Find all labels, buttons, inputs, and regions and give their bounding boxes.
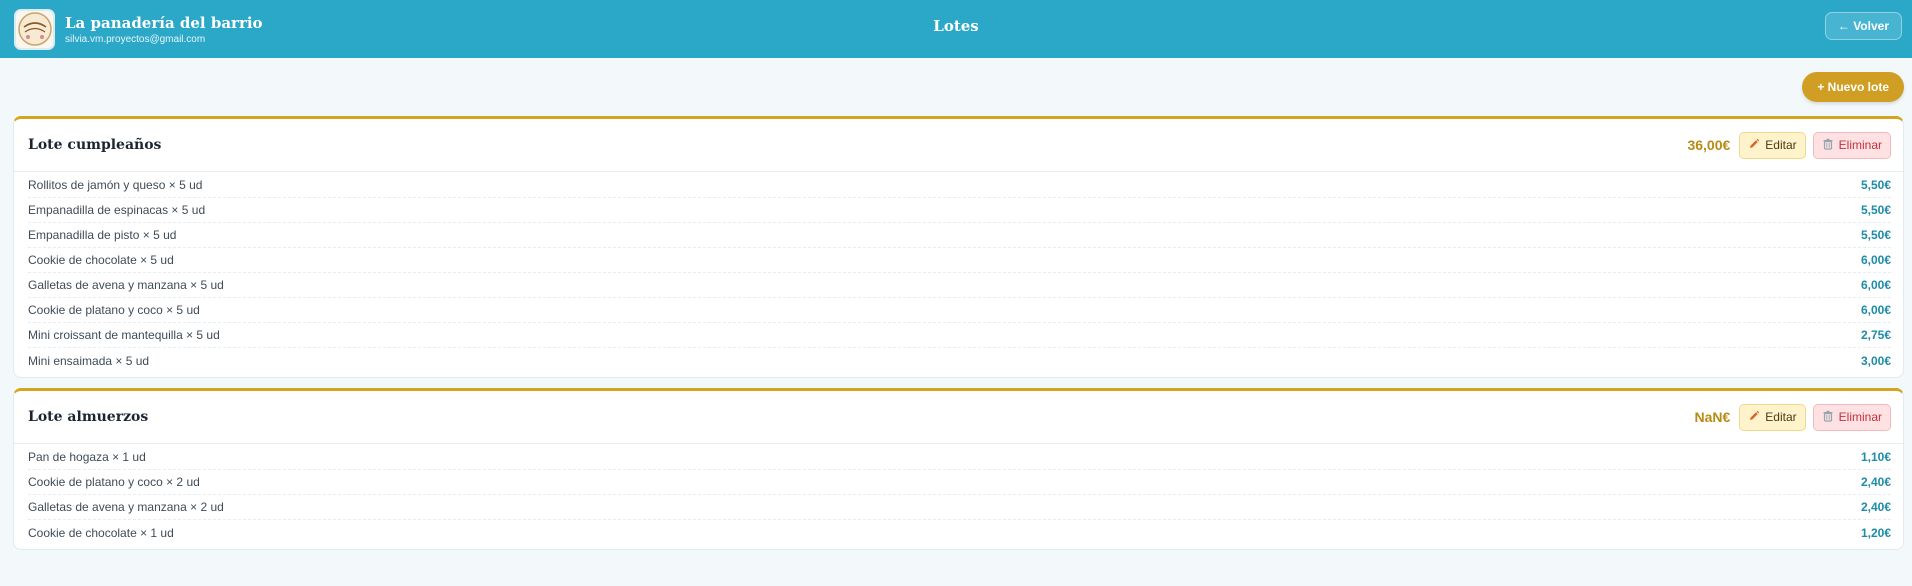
list-item: Empanadilla de espinacas × 5 ud 5,50€ — [28, 198, 1891, 223]
item-price: 6,00€ — [1860, 253, 1891, 267]
list-item: Cookie de chocolate × 1 ud 1,20€ — [28, 520, 1891, 545]
edit-label: Editar — [1765, 410, 1797, 424]
item-name: Mini croissant de mantequilla × 5 ud — [28, 328, 220, 342]
edit-button[interactable]: Editar — [1739, 131, 1806, 159]
lote-actions: 36,00€ Editar Eliminar — [1687, 131, 1891, 159]
delete-button[interactable]: Eliminar — [1812, 131, 1891, 159]
lote-items: Pan de hogaza × 1 ud 1,10€ Cookie de plata… — [14, 444, 1903, 549]
list-item: Cookie de chocolate × 5 ud 6,00€ — [28, 248, 1891, 273]
item-name: Cookie de platano y coco × 5 ud — [28, 303, 200, 317]
item-name: Cookie de platano y coco × 2 ud — [28, 475, 200, 489]
item-price: 3,00€ — [1860, 353, 1891, 368]
item-price: 5,50€ — [1860, 203, 1891, 217]
item-price: 5,50€ — [1860, 178, 1891, 192]
toolbar: + Nuevo lote — [0, 58, 1912, 116]
list-item: Cookie de platano y coco × 5 ud 6,00€ — [28, 298, 1891, 323]
page-title: Lotes — [933, 17, 979, 35]
item-name: Mini ensaimada × 5 ud — [28, 353, 150, 368]
delete-label: Eliminar — [1838, 138, 1882, 152]
list-item: Rollitos de jamón y queso × 5 ud 5,50€ — [28, 173, 1891, 198]
lote-total: NaN€ — [1694, 409, 1731, 425]
item-name: Rollitos de jamón y queso × 5 ud — [28, 178, 203, 192]
item-price: 6,00€ — [1860, 303, 1891, 317]
app-name: La panadería del barrio — [65, 13, 263, 32]
lote-items: Rollitos de jamón y queso × 5 ud 5,50€ Emp… — [14, 172, 1903, 377]
pencil-icon — [1748, 138, 1765, 153]
lote-card: Lote almuerzos NaN€ Editar Eliminar Pan de h… — [13, 388, 1904, 550]
list-item: Cookie de platano y coco × 2 ud 2,40€ — [28, 470, 1891, 495]
edit-label: Editar — [1765, 138, 1797, 152]
new-lote-button[interactable]: + Nuevo lote — [1802, 72, 1904, 102]
item-price: 6,00€ — [1860, 278, 1891, 292]
brand-block: La panadería del barrio silvia.vm.proyec… — [65, 14, 263, 45]
top-bar: La panadería del barrio silvia.vm.proyec… — [0, 0, 1912, 58]
list-item: Pan de hogaza × 1 ud 1,10€ — [28, 445, 1891, 470]
bakery-logo — [14, 8, 55, 50]
item-price: 2,75€ — [1860, 328, 1891, 342]
lote-actions: NaN€ Editar Eliminar — [1694, 403, 1891, 431]
item-price: 1,10€ — [1860, 450, 1891, 464]
trash-icon — [1822, 410, 1839, 425]
item-name: Empanadilla de pisto × 5 ud — [28, 228, 177, 242]
list-item: Galletas de avena y manzana × 2 ud 2,40€ — [28, 495, 1891, 520]
lote-total: 36,00€ — [1687, 137, 1731, 153]
item-price: 1,20€ — [1860, 525, 1891, 540]
user-email: silvia.vm.proyectos@gmail.com — [65, 33, 206, 45]
trash-icon — [1822, 138, 1839, 153]
delete-label: Eliminar — [1838, 410, 1882, 424]
item-name: Empanadilla de espinacas × 5 ud — [28, 203, 206, 217]
list-item: Mini croissant de mantequilla × 5 ud 2,75… — [28, 323, 1891, 348]
item-name: Galletas de avena y manzana × 5 ud — [28, 278, 224, 292]
lote-title: Lote cumpleaños — [28, 137, 162, 153]
item-name: Cookie de chocolate × 5 ud — [28, 253, 174, 267]
lote-header: Lote almuerzos NaN€ Editar Eliminar — [14, 391, 1903, 444]
list-item: Mini ensaimada × 5 ud 3,00€ — [28, 348, 1891, 373]
lote-title: Lote almuerzos — [28, 409, 149, 425]
list-item: Empanadilla de pisto × 5 ud 5,50€ — [28, 223, 1891, 248]
back-button[interactable]: ← Volver — [1824, 12, 1902, 40]
delete-button[interactable]: Eliminar — [1812, 403, 1891, 431]
item-name: Pan de hogaza × 1 ud — [28, 450, 146, 464]
list-item: Galletas de avena y manzana × 5 ud 6,00€ — [28, 273, 1891, 298]
pencil-icon — [1748, 410, 1765, 425]
item-name: Cookie de chocolate × 1 ud — [28, 525, 174, 540]
item-name: Galletas de avena y manzana × 2 ud — [28, 500, 224, 514]
item-price: 2,40€ — [1860, 500, 1891, 514]
edit-button[interactable]: Editar — [1739, 403, 1806, 431]
lote-card: Lote cumpleaños 36,00€ Editar Eliminar Rolli… — [13, 116, 1904, 378]
item-price: 5,50€ — [1860, 228, 1891, 242]
lotes-list: Lote cumpleaños 36,00€ Editar Eliminar Rolli… — [0, 116, 1912, 550]
item-price: 2,40€ — [1860, 475, 1891, 489]
lote-header: Lote cumpleaños 36,00€ Editar Eliminar — [14, 119, 1903, 172]
